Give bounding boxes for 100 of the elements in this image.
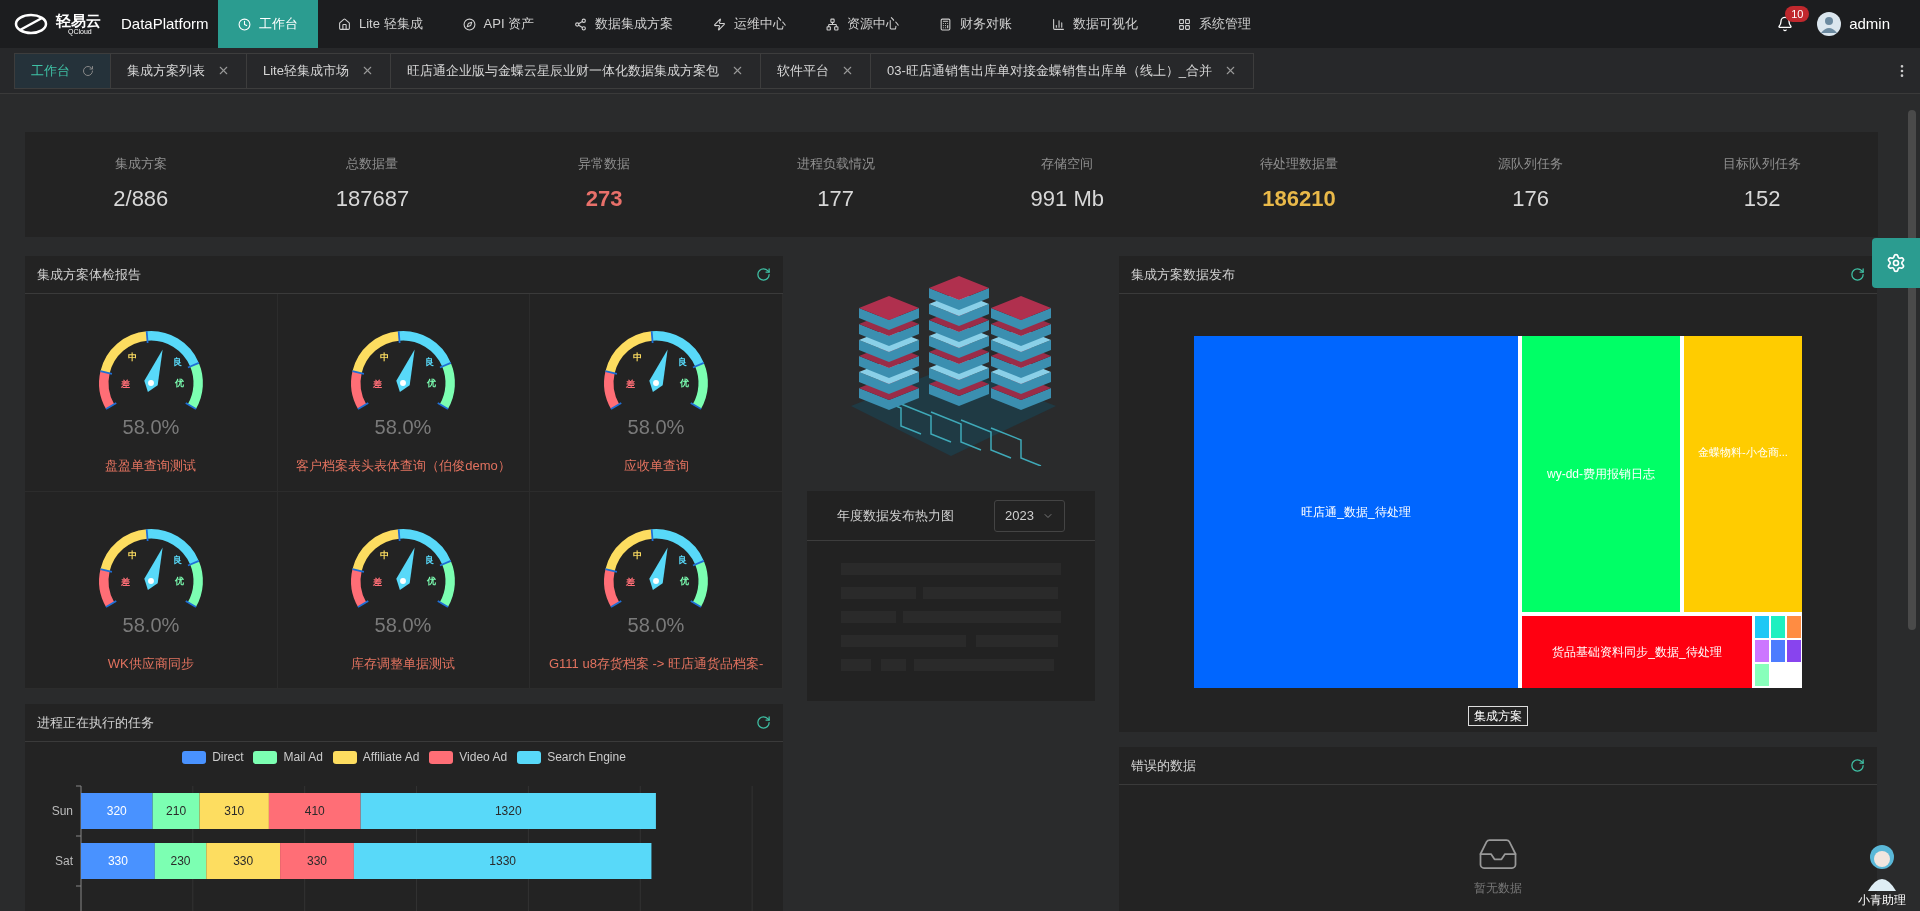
page-tab[interactable]: Lite轻集成市场: [246, 52, 391, 89]
legend-label[interactable]: Direct: [212, 748, 244, 766]
refresh-icon[interactable]: [756, 715, 771, 730]
chart-icon: [1052, 17, 1066, 31]
page-tab[interactable]: 集成方案列表: [110, 52, 247, 89]
legend-button[interactable]: 集成方案: [1468, 706, 1528, 726]
calculator-icon: [939, 17, 953, 31]
stat-label: 集成方案: [114, 155, 167, 174]
nodes-icon: [574, 17, 588, 31]
stat-value: 187687: [335, 184, 410, 213]
notification-count: 10: [1785, 6, 1810, 22]
stat-label: 存储空间: [1041, 155, 1094, 174]
nav-item[interactable]: 运维中心: [693, 0, 807, 48]
scale-label: 差: [120, 575, 130, 587]
avatar-icon[interactable]: [1817, 12, 1842, 36]
stat-label: 总数据量: [346, 155, 399, 174]
logo-icon: [14, 12, 48, 36]
scale-label: 优: [174, 574, 184, 586]
nav-item[interactable]: 财务对账: [919, 0, 1033, 48]
panel-title: 错误的数据: [1131, 756, 1196, 775]
data-label: 1320: [494, 804, 522, 818]
stat-value: 991 Mb: [1030, 184, 1104, 213]
scale-label: 差: [120, 377, 130, 389]
legend-swatch[interactable]: [332, 750, 357, 764]
refresh-icon[interactable]: [1850, 758, 1865, 773]
legend-swatch[interactable]: [429, 750, 454, 764]
treemap-tile[interactable]: [1787, 640, 1801, 662]
scale-label: 中: [633, 548, 643, 560]
treemap-tile[interactable]: [1755, 616, 1769, 638]
assistant-label[interactable]: 小青助理: [1858, 891, 1906, 909]
settings-button[interactable]: [1872, 238, 1920, 288]
bell-icon[interactable]: [1777, 16, 1794, 32]
nav-item[interactable]: Lite 轻集成: [318, 0, 443, 48]
scale-label: 中: [380, 548, 390, 560]
empty-text: 暂无数据: [1474, 880, 1522, 897]
data-label: 410: [304, 804, 325, 818]
page-tab[interactable]: 旺店通企业版与金蝶云星辰业财一体化数据集成方案包: [389, 52, 761, 89]
nav-item[interactable]: 资源中心: [806, 0, 920, 48]
scale-label: 良: [172, 355, 182, 367]
gauge-reading: 58.0%: [375, 415, 432, 438]
nav-item[interactable]: 系统管理: [1158, 0, 1272, 48]
page-tab[interactable]: 03-旺店通销售出库单对接金蝶销售出库单（线上）_合并: [869, 52, 1254, 89]
nav-item[interactable]: API 资产: [442, 0, 555, 48]
gauge-reading: 58.0%: [122, 613, 180, 636]
treemap-tile[interactable]: [1771, 640, 1785, 662]
refresh-icon[interactable]: [756, 267, 771, 282]
scale-label: 差: [373, 377, 382, 389]
scale-label: 良: [425, 553, 435, 565]
close-icon[interactable]: [217, 64, 230, 77]
close-icon[interactable]: [1224, 64, 1237, 77]
scale-label: 良: [677, 553, 687, 565]
scale-label: 中: [633, 351, 643, 363]
nav-item[interactable]: 数据可视化: [1032, 0, 1159, 48]
legend-swatch[interactable]: [253, 750, 278, 764]
legend-label[interactable]: Mail Ad: [283, 748, 323, 766]
category-label: Sat: [55, 854, 73, 868]
stat-value: 273: [585, 184, 623, 213]
heatmap-title: 年度数据发布热力图: [837, 506, 955, 525]
gauge-reading: 58.0%: [375, 613, 432, 636]
scale-label: 中: [128, 351, 138, 363]
settings-icon: [1886, 253, 1906, 273]
scale-label: 优: [679, 574, 689, 586]
scale-label: 优: [174, 376, 184, 388]
year-select[interactable]: 2023: [994, 499, 1065, 532]
gauge-needle: [649, 349, 668, 392]
legend-swatch[interactable]: [517, 750, 542, 764]
nav-item[interactable]: 数据集成方案: [554, 0, 694, 48]
treemap-tile[interactable]: [1787, 616, 1801, 638]
treemap-tile[interactable]: [1771, 616, 1785, 638]
page-tab[interactable]: 工作台: [14, 52, 111, 89]
data-label: 330: [233, 854, 254, 868]
scale-label: 中: [380, 351, 390, 363]
stat-value: 186210: [1262, 184, 1336, 213]
page-tab[interactable]: 软件平台: [759, 52, 871, 89]
gauge-needle: [396, 547, 416, 590]
treemap-tile[interactable]: 货品基础资料同步_数据_待处理: [1522, 616, 1752, 688]
treemap-tile[interactable]: [1755, 640, 1769, 662]
legend-swatch[interactable]: [182, 750, 207, 764]
legend-label[interactable]: Affiliate Ad: [362, 748, 420, 766]
gauge-title: 盘盈单查询测试: [104, 457, 198, 475]
user-name[interactable]: admin: [1849, 12, 1890, 36]
scale-label: 差: [373, 575, 382, 587]
treemap-tile[interactable]: [1755, 664, 1769, 686]
gauge-reading: 58.0%: [122, 415, 180, 438]
data-label: 310: [224, 804, 245, 818]
gauge-needle: [144, 349, 163, 392]
gauge-reading: 58.0%: [627, 613, 685, 636]
refresh-icon[interactable]: [1850, 267, 1865, 282]
lightning-icon: [713, 17, 727, 31]
compass-icon: [462, 17, 476, 31]
legend-label[interactable]: Search Engine: [547, 748, 626, 766]
legend-label[interactable]: Video Ad: [459, 748, 508, 766]
refresh-icon[interactable]: [82, 64, 94, 77]
scale-label: 差: [625, 575, 635, 587]
scrollbar[interactable]: [1908, 110, 1916, 630]
treemap-tile[interactable]: 旺店通_数据_待处理: [1194, 336, 1518, 688]
scale-label: 良: [677, 355, 687, 367]
data-label: 330: [107, 854, 128, 868]
stat-value: 152: [1743, 184, 1781, 213]
stat-label: 目标队列任务: [1723, 155, 1802, 174]
